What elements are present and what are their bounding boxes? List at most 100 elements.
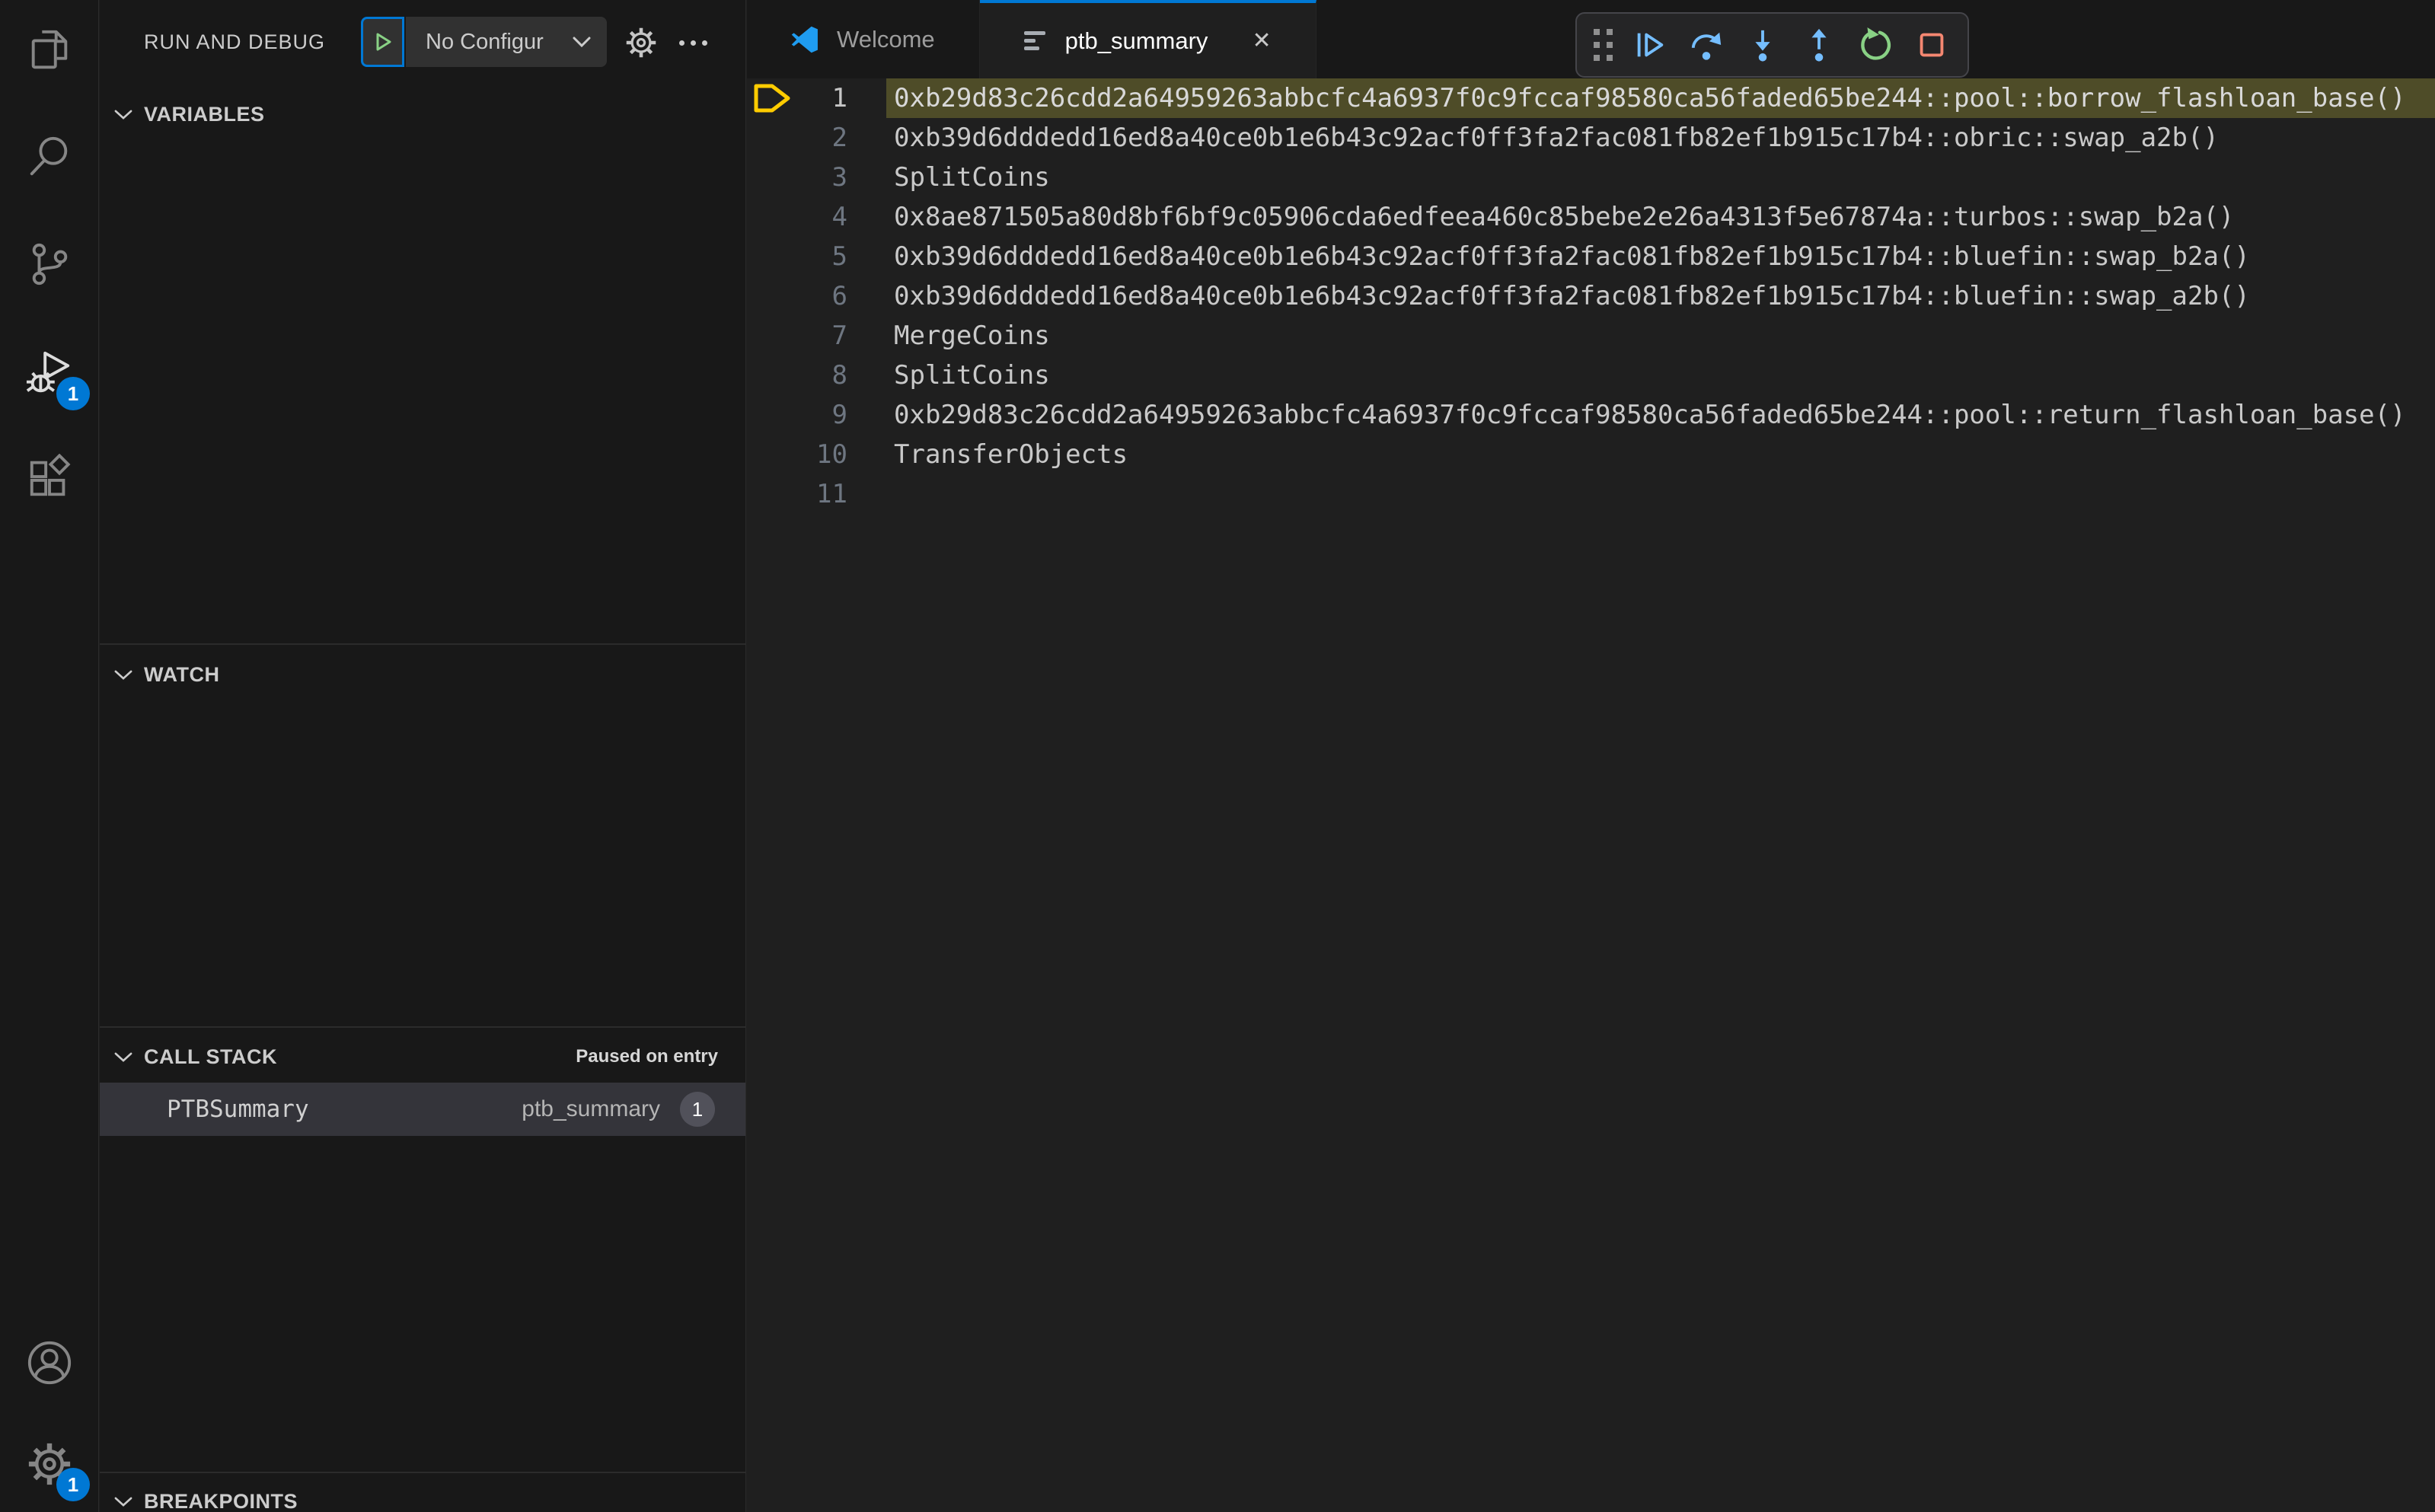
step-into-icon: [1755, 30, 1770, 62]
variables-label: VARIABLES: [144, 102, 265, 126]
gutter[interactable]: 3: [747, 158, 886, 197]
code-line[interactable]: SplitCoins: [886, 356, 2435, 395]
gutter[interactable]: 6: [747, 276, 886, 316]
paused-status: Paused on entry: [576, 1046, 718, 1067]
chevron-down-icon: [113, 669, 133, 681]
activity-item-run-and-debug[interactable]: 1: [0, 331, 99, 415]
chevron-down-icon: [113, 1496, 133, 1507]
restart-button[interactable]: [1856, 26, 1894, 64]
code-area: 1 0xb29d83c26cdd2a64959263abbcfc4a6937f0c…: [747, 78, 2435, 514]
code-row: 11: [747, 474, 2435, 514]
code-line[interactable]: 0xb39d6dddedd16ed8a40ce0b1e6b43c92acf0ff…: [886, 237, 2435, 276]
code-row: 8 SplitCoins: [747, 356, 2435, 395]
debug-configuration-dropdown[interactable]: No Configur: [406, 17, 607, 67]
code-line[interactable]: MergeCoins: [886, 316, 2435, 356]
watch-section-header[interactable]: WATCH: [100, 652, 745, 697]
restart-icon: [1861, 27, 1891, 60]
code-line[interactable]: 0xb29d83c26cdd2a64959263abbcfc4a6937f0c9…: [886, 395, 2435, 435]
code-line[interactable]: TransferObjects: [886, 435, 2435, 474]
chevron-down-icon: [113, 109, 133, 120]
continue-button[interactable]: [1631, 26, 1669, 64]
gutter[interactable]: 7: [747, 316, 886, 356]
code-line[interactable]: [886, 474, 2435, 514]
ellipsis-icon: [678, 40, 707, 46]
toolbar-drag-handle-icon[interactable]: [1594, 29, 1613, 61]
start-debugging-button[interactable]: [361, 17, 404, 67]
code-row: 3 SplitCoins: [747, 158, 2435, 197]
breakpoints-label: BREAKPOINTS: [144, 1489, 298, 1512]
line-number: 7: [831, 321, 847, 351]
call-stack-label: CALL STACK: [144, 1045, 277, 1068]
line-number: 10: [816, 439, 847, 470]
activity-item-source-control[interactable]: [0, 222, 99, 306]
line-number: 6: [831, 281, 847, 311]
code-row: 9 0xb29d83c26cdd2a64959263abbcfc4a6937f0c…: [747, 395, 2435, 435]
play-icon: [376, 33, 391, 51]
line-number: 11: [816, 479, 847, 509]
views-more-actions-button[interactable]: [675, 25, 710, 60]
settings-badge: 1: [56, 1468, 90, 1501]
line-number: 4: [831, 202, 847, 232]
step-out-icon: [1811, 28, 1827, 62]
activity-item-extensions[interactable]: [0, 435, 99, 519]
stop-button[interactable]: [1913, 26, 1951, 64]
debug-badge: 1: [56, 377, 90, 410]
code-line[interactable]: 0xb39d6dddedd16ed8a40ce0b1e6b43c92acf0ff…: [886, 276, 2435, 316]
gutter[interactable]: 10: [747, 435, 886, 474]
code-row: 4 0x8ae871505a80d8bf6bf9c05906cda6edfeea4…: [747, 197, 2435, 237]
code-row: 7 MergeCoins: [747, 316, 2435, 356]
frame-source: ptb_summary: [522, 1096, 660, 1121]
line-number: 3: [831, 162, 847, 193]
frame-name: PTBSummary: [167, 1096, 309, 1123]
step-out-button[interactable]: [1800, 26, 1838, 64]
code-line[interactable]: 0xb29d83c26cdd2a64959263abbcfc4a6937f0c9…: [886, 78, 2435, 118]
gutter[interactable]: 9: [747, 395, 886, 435]
variables-section-header[interactable]: VARIABLES: [100, 91, 745, 137]
code-line[interactable]: 0x8ae871505a80d8bf6bf9c05906cda6edfeea46…: [886, 197, 2435, 237]
explorer-icon: [31, 30, 68, 69]
gutter[interactable]: 5: [747, 237, 886, 276]
code-row: 6 0xb39d6dddedd16ed8a40ce0b1e6b43c92acf0f…: [747, 276, 2435, 316]
debug-toolbar: [1575, 12, 1969, 78]
activity-item-search[interactable]: [0, 114, 99, 198]
code-row: 10 TransferObjects: [747, 435, 2435, 474]
activity-item-settings[interactable]: 1: [0, 1422, 99, 1506]
tab-label: Welcome: [837, 25, 935, 53]
gutter[interactable]: 2: [747, 118, 886, 158]
line-number: 9: [831, 400, 847, 430]
line-number: 1: [831, 83, 847, 113]
code-row: 1 0xb29d83c26cdd2a64959263abbcfc4a6937f0c…: [747, 78, 2435, 118]
step-over-icon: [1691, 32, 1722, 60]
activity-item-explorer[interactable]: [0, 8, 99, 91]
code-row: 5 0xb39d6dddedd16ed8a40ce0b1e6b43c92acf0f…: [747, 237, 2435, 276]
continue-icon: [1637, 33, 1664, 57]
gutter[interactable]: 11: [747, 474, 886, 514]
step-into-button[interactable]: [1744, 26, 1782, 64]
breakpoints-section-header[interactable]: BREAKPOINTS: [100, 1479, 745, 1512]
tab-welcome[interactable]: Welcome: [747, 0, 980, 78]
run-and-debug-sidebar: RUN AND DEBUG No Configur VARIABLES WATC…: [100, 0, 746, 1512]
gear-icon: [626, 27, 656, 58]
gutter[interactable]: 1: [747, 78, 886, 118]
gutter[interactable]: 4: [747, 197, 886, 237]
tab-ptb-summary[interactable]: ptb_summary ✕: [979, 0, 1316, 78]
editor-group: Welcome ptb_summary ✕ 1 0xb29d83c26cdd2a…: [747, 0, 2435, 1512]
chevron-down-icon: [113, 1051, 133, 1063]
code-row: 2 0xb39d6dddedd16ed8a40ce0b1e6b43c92acf0f…: [747, 118, 2435, 158]
code-line[interactable]: SplitCoins: [886, 158, 2435, 197]
debug-settings-button[interactable]: [624, 25, 659, 60]
activity-item-account[interactable]: [0, 1321, 99, 1405]
account-icon: [27, 1341, 72, 1385]
step-over-button[interactable]: [1687, 26, 1725, 64]
close-icon[interactable]: ✕: [1252, 27, 1271, 54]
code-line[interactable]: 0xb39d6dddedd16ed8a40ce0b1e6b43c92acf0ff…: [886, 118, 2435, 158]
section-divider: [100, 643, 745, 645]
line-number: 2: [831, 123, 847, 153]
stop-icon: [1920, 33, 1944, 57]
call-stack-frame-row[interactable]: PTBSummary ptb_summary 1: [100, 1083, 745, 1136]
call-stack-section-header[interactable]: CALL STACK Paused on entry: [100, 1034, 745, 1080]
activity-bar: 1 1: [0, 0, 99, 1512]
gutter[interactable]: 8: [747, 356, 886, 395]
source-control-icon: [32, 243, 68, 285]
current-line-arrow-icon: [754, 84, 790, 113]
